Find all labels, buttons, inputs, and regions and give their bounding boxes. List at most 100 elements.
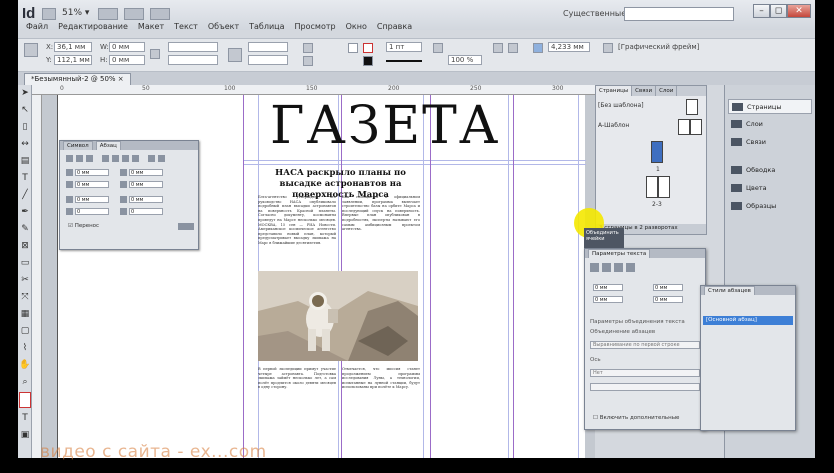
note-tool-icon[interactable]: ▢ (19, 324, 31, 338)
grid-align-icon[interactable] (178, 223, 194, 230)
dock-item-pages[interactable]: Страницы (728, 99, 812, 114)
article-column-2[interactable]: Как сообщается в официальном заявлении, … (342, 195, 420, 269)
eyedropper-tool-icon[interactable]: ⌇ (19, 341, 31, 355)
x-field[interactable]: 36,1 мм (54, 42, 92, 52)
justify-all-icon[interactable] (132, 155, 139, 162)
effects-icon[interactable] (508, 43, 518, 53)
reference-point-icon[interactable] (24, 43, 38, 57)
width-field[interactable]: 0 мм (109, 42, 145, 52)
bridge-button[interactable] (42, 8, 56, 20)
page-3-thumb[interactable] (658, 176, 670, 198)
dock-item-layers[interactable]: Слои (728, 117, 812, 132)
article-column-4[interactable]: Отмечается, что миссия станет продолжени… (342, 367, 420, 458)
shadow-icon[interactable] (493, 43, 503, 53)
menu-help[interactable]: Справка (377, 22, 412, 36)
align-away-spine-icon[interactable] (158, 155, 165, 162)
dock-item-links[interactable]: Связи (728, 135, 812, 150)
screen-mode-button[interactable] (124, 8, 144, 20)
a-master-thumb-right[interactable] (690, 119, 702, 135)
flip-v-icon[interactable] (303, 56, 313, 66)
space-before-field[interactable]: 0 мм (75, 196, 109, 203)
axis-dropdown[interactable]: Нет (590, 369, 700, 377)
justify-vertical-icon[interactable] (626, 263, 635, 272)
none-master-thumb[interactable] (686, 99, 698, 115)
tab-pages[interactable]: Страницы (596, 86, 633, 96)
formatting-affects-icon[interactable]: T (19, 411, 31, 425)
scale-y-field[interactable] (168, 55, 218, 65)
include-extra-checkbox[interactable]: ☐ Включить дополнительные (593, 415, 679, 421)
menu-file[interactable]: Файл (26, 22, 48, 36)
content-collector-icon[interactable]: ▤ (19, 154, 31, 168)
astronaut-photo[interactable] (258, 271, 418, 361)
scale-x-field[interactable] (168, 42, 218, 52)
dock-item-color[interactable]: Цвета (728, 181, 812, 196)
drop-cap-lines-field[interactable]: 0 (75, 208, 109, 215)
page-tool-icon[interactable]: ▯ (19, 120, 31, 134)
opacity-field[interactable]: 100 % (448, 55, 482, 65)
inset-bottom-field[interactable]: 0 мм (593, 296, 623, 303)
none-master[interactable]: [Без шаблона] (598, 102, 644, 109)
fill-swatch[interactable] (348, 43, 358, 53)
menu-edit[interactable]: Редактирование (58, 22, 128, 36)
y-field[interactable]: 112,1 мм (54, 55, 92, 65)
justify-left-icon[interactable] (102, 155, 109, 162)
close-button[interactable]: ✕ (787, 4, 811, 18)
shear-field[interactable] (248, 55, 288, 65)
gap-tool-icon[interactable]: ↔ (19, 137, 31, 151)
align-right-icon[interactable] (86, 155, 93, 162)
dock-item-stroke[interactable]: Обводка (728, 163, 812, 178)
align-center-icon[interactable] (76, 155, 83, 162)
selected-style[interactable]: [Основной абзац] (703, 316, 793, 325)
scissors-tool-icon[interactable]: ✂ (19, 273, 31, 287)
align-middle-icon[interactable] (602, 263, 611, 272)
hand-tool-icon[interactable]: ✋ (19, 358, 31, 372)
right-indent-field[interactable]: 0 мм (129, 169, 163, 176)
last-line-indent-field[interactable]: 0 мм (129, 181, 163, 188)
align-left-icon[interactable] (66, 155, 73, 162)
menu-layout[interactable]: Макет (138, 22, 164, 36)
free-transform-tool-icon[interactable]: ⤧ (19, 290, 31, 304)
tab-links[interactable]: Связи (632, 86, 657, 96)
inset-top-field[interactable]: 0 мм (593, 284, 623, 291)
maximize-button[interactable]: ◻ (770, 4, 787, 18)
constrain-proportions-icon[interactable] (150, 49, 160, 59)
stroke-swatch[interactable] (363, 43, 373, 53)
selection-tool-icon[interactable]: ➤ (19, 86, 31, 100)
rectangle-frame-tool-icon[interactable]: ⊠ (19, 239, 31, 253)
tab-paragraph[interactable]: Абзац (95, 141, 121, 150)
rectangle-tool-icon[interactable]: ▭ (19, 256, 31, 270)
object-style-icon[interactable] (603, 43, 613, 53)
menu-object[interactable]: Объект (208, 22, 239, 36)
type-tool-icon[interactable]: T (19, 171, 31, 185)
align-top-icon[interactable] (590, 263, 599, 272)
stroke-type-preview[interactable] (386, 60, 422, 62)
object-style-select[interactable]: [Графический фрейм] (618, 43, 699, 51)
frame-width-field[interactable]: 4,233 мм (548, 42, 590, 52)
stroke-color-swatch[interactable] (363, 56, 373, 66)
hyphenate-checkbox[interactable]: ☑ Перенос (68, 223, 99, 229)
article-column-3[interactable]: В первой экспедиции примут участие четыр… (258, 367, 336, 458)
menu-window[interactable]: Окно (346, 22, 367, 36)
direct-selection-tool-icon[interactable]: ↖ (19, 103, 31, 117)
menu-type[interactable]: Текст (174, 22, 198, 36)
drop-cap-chars-field[interactable]: 0 (129, 208, 163, 215)
menu-table[interactable]: Таблица (249, 22, 284, 36)
pencil-tool-icon[interactable]: ✎ (19, 222, 31, 236)
a-master-thumb-left[interactable] (678, 119, 690, 135)
pen-tool-icon[interactable]: ✒ (19, 205, 31, 219)
text-wrap-icon[interactable] (533, 43, 543, 53)
opacity-icon[interactable] (433, 43, 443, 53)
screen-mode-icon[interactable]: ▣ (19, 428, 31, 442)
stroke-weight-field[interactable]: 1 пт (386, 42, 422, 52)
align-bottom-icon[interactable] (614, 263, 623, 272)
height-field[interactable]: 0 мм (109, 55, 145, 65)
tab-layers[interactable]: Слои (656, 86, 678, 96)
article-column-1[interactable]: Бэта-агентство утверждает, что руководст… (258, 195, 336, 269)
first-baseline-dropdown[interactable]: Выравнивание по первой строке (590, 341, 700, 349)
first-line-indent-field[interactable]: 0 мм (75, 181, 109, 188)
justify-right-icon[interactable] (122, 155, 129, 162)
extra-dropdown[interactable] (590, 383, 700, 391)
inset-left-field[interactable]: 0 мм (653, 284, 683, 291)
dock-item-swatches[interactable]: Образцы (728, 199, 812, 214)
space-after-field[interactable]: 0 мм (129, 196, 163, 203)
